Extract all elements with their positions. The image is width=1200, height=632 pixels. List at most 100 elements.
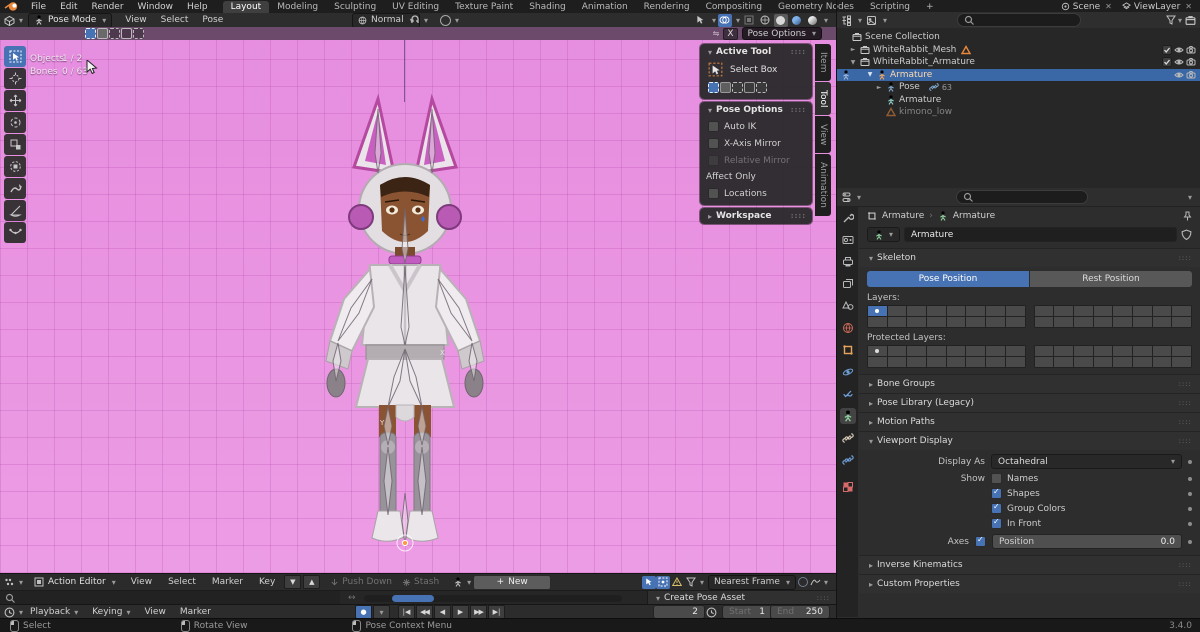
checkbox-icon[interactable] (1162, 45, 1172, 55)
expand-icon[interactable]: ► (875, 84, 883, 91)
menu-tl-view[interactable]: View (137, 607, 172, 617)
previous-keyframe-button[interactable]: ◀◀ (416, 605, 433, 619)
create-pose-asset-panel-header[interactable]: ▾ Create Pose Asset :::: (647, 591, 836, 605)
animate-property-dot[interactable] (1188, 540, 1192, 544)
display-as-dropdown[interactable]: Octahedral▾ (991, 454, 1182, 469)
tool-scale[interactable] (4, 134, 26, 155)
checkbox-icon[interactable] (1162, 57, 1172, 67)
motion-paths-panel-header[interactable]: ▸Motion Paths:::: (859, 412, 1200, 431)
hide-eye-icon[interactable] (1174, 57, 1184, 67)
workspace-tab-rendering[interactable]: Rendering (636, 1, 698, 13)
shading-wireframe-button[interactable] (758, 14, 772, 27)
armature-id-icon-dropdown[interactable]: ▾ (867, 227, 900, 242)
select-box-tool-icon[interactable] (708, 62, 723, 77)
stopwatch-icon[interactable] (706, 607, 717, 618)
current-frame-field[interactable]: 2 (653, 605, 705, 619)
pose-options-dropdown[interactable]: Pose Options ▾ (742, 27, 822, 40)
locations-checkbox[interactable] (708, 188, 719, 199)
only-selected-toggle[interactable] (642, 576, 656, 589)
menu-render[interactable]: Render (85, 2, 131, 12)
menu-window[interactable]: Window (131, 2, 181, 12)
tab-data-properties-active[interactable] (840, 408, 856, 424)
panel-select-mode-new[interactable] (708, 82, 719, 93)
panel-drag-handle[interactable]: :::: (1179, 580, 1192, 588)
disable-render-camera-icon[interactable] (1186, 57, 1196, 67)
select-mode-extend-button[interactable] (97, 28, 108, 39)
show-overlays-toggle[interactable] (718, 14, 732, 27)
filter-icon[interactable] (686, 577, 696, 587)
chevron-down-icon[interactable]: ▾ (700, 578, 704, 587)
disable-render-camera-icon[interactable] (1186, 70, 1196, 80)
next-keyframe-button[interactable]: ▶▶ (470, 605, 487, 619)
x-axis-mirror-checkbox[interactable] (708, 138, 719, 149)
proportional-edit-toggle[interactable] (796, 576, 810, 589)
snap-toggle[interactable]: ▾ (410, 15, 428, 25)
channel-search-input[interactable] (0, 591, 340, 605)
animate-property-dot[interactable] (1188, 492, 1192, 496)
workspace-tab-texture-paint[interactable]: Texture Paint (447, 1, 521, 13)
panel-select-mode-invert[interactable] (744, 82, 755, 93)
close-icon[interactable]: ✕ (1105, 2, 1112, 11)
tool-select-box[interactable] (4, 46, 26, 67)
collapse-icon[interactable]: ▼ (866, 71, 874, 78)
panel-drag-handle[interactable]: :::: (1179, 380, 1192, 388)
skeleton-panel-header[interactable]: ▾Skeleton:::: (859, 248, 1200, 267)
play-reverse-button[interactable]: ◀ (434, 605, 451, 619)
menu-tl-marker[interactable]: Marker (173, 607, 218, 617)
outliner-row-scene-collection[interactable]: Scene Collection (837, 31, 1200, 44)
timeline-editor-icon[interactable] (4, 607, 15, 618)
protected-layers-grid-left[interactable] (867, 345, 1026, 368)
dopesheet-h-scrollbar[interactable] (364, 595, 622, 602)
show-gizmo-toggle[interactable] (694, 14, 708, 27)
bone-groups-panel-header[interactable]: ▸Bone Groups:::: (859, 374, 1200, 393)
animate-property-dot[interactable] (1188, 507, 1192, 511)
menu-playback[interactable]: Playback▾ (23, 607, 85, 617)
panel-drag-handle[interactable]: :::: (1179, 399, 1192, 407)
panel-select-mode-subtract[interactable] (732, 82, 743, 93)
move-action-up-button[interactable]: ▲ (303, 575, 320, 589)
armature-breadcrumb-icon[interactable] (938, 211, 948, 221)
menu-view[interactable]: View (118, 15, 153, 25)
menu-ds-view[interactable]: View (124, 577, 159, 587)
outliner-search-input[interactable] (957, 13, 1081, 27)
rest-position-button[interactable]: Rest Position (1030, 271, 1192, 287)
character-model[interactable]: X Y (320, 75, 490, 553)
tab-constraints-properties[interactable] (840, 386, 856, 402)
tool-move[interactable] (4, 90, 26, 111)
play-button[interactable]: ▶ (452, 605, 469, 619)
proportional-edit-toggle[interactable]: ▾ (440, 15, 459, 26)
tab-animation[interactable]: Animation (815, 154, 831, 216)
breadcrumb-object[interactable]: Armature (882, 211, 924, 221)
workspace-tab-compositing[interactable]: Compositing (698, 1, 770, 13)
tab-view[interactable]: View (815, 116, 831, 153)
menu-ds-select[interactable]: Select (161, 577, 203, 587)
panel-drag-handle[interactable]: :::: (791, 48, 806, 56)
auto-keying-dropdown[interactable]: ▾ (373, 605, 390, 619)
workspace-tab-sculpting[interactable]: Sculpting (326, 1, 384, 13)
custom-properties-panel-header[interactable]: ▸Custom Properties:::: (859, 574, 1200, 593)
tab-view-layer-properties[interactable] (840, 276, 856, 292)
workspace-panel-header[interactable]: ▸Workspace:::: (700, 208, 812, 224)
outliner-editor-icon[interactable] (841, 15, 852, 26)
auto-ik-checkbox[interactable] (708, 121, 719, 132)
frame-start-field[interactable]: Start 1 (722, 605, 772, 619)
chevron-down-icon[interactable]: ▾ (857, 193, 861, 202)
move-action-down-button[interactable]: ▼ (284, 575, 301, 589)
workspace-tab-shading[interactable]: Shading (521, 1, 574, 13)
tool-transform[interactable] (4, 156, 26, 177)
menu-keying[interactable]: Keying▾ (85, 607, 137, 617)
tab-physics-properties[interactable] (840, 364, 856, 380)
menu-pose[interactable]: Pose (195, 15, 230, 25)
action-datablock-icon[interactable] (453, 577, 463, 587)
shading-rendered-button[interactable] (806, 14, 820, 27)
tab-item[interactable]: Item (815, 44, 831, 81)
chevron-down-icon[interactable]: ▾ (1178, 16, 1182, 25)
tab-bone-properties[interactable] (840, 430, 856, 446)
panel-drag-handle[interactable]: :::: (817, 594, 830, 602)
layer-cell-active[interactable] (868, 306, 887, 316)
snap-dropdown[interactable]: Nearest Frame ▾ (708, 575, 796, 590)
interpolation-dropdown[interactable]: ▾ (810, 577, 828, 587)
chevron-down-icon[interactable]: ▾ (883, 16, 887, 25)
scrollbar-thumb[interactable] (392, 595, 434, 602)
outliner-row-armature-data[interactable]: Armature (837, 94, 1200, 107)
